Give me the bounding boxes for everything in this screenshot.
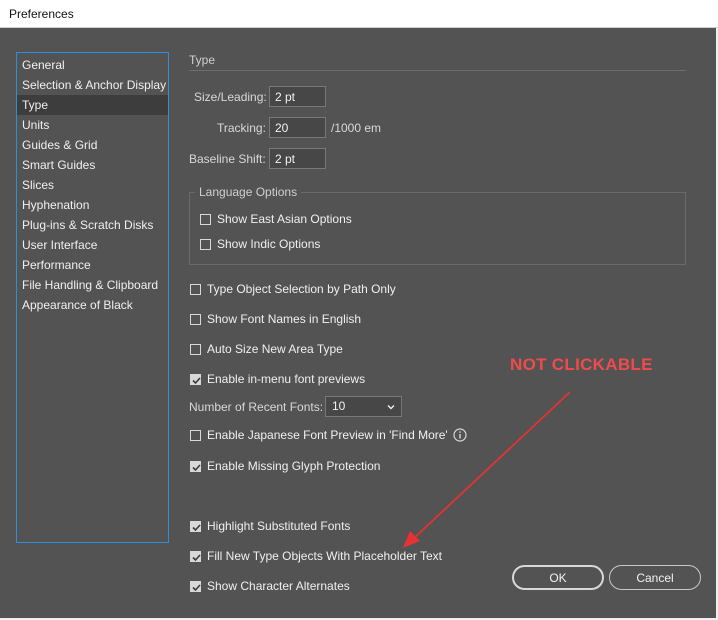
preferences-category-list[interactable]: General Selection & Anchor Display Type …: [16, 52, 169, 543]
font-names-english-checkbox[interactable]: [190, 313, 201, 325]
recent-fonts-label: Number of Recent Fonts:: [189, 400, 324, 414]
missing-glyph-label: Enable Missing Glyph Protection: [207, 459, 381, 473]
sidebar-item-plugins-scratch-disks[interactable]: Plug-ins & Scratch Disks: [17, 215, 168, 235]
font-names-english-label: Show Font Names in English: [207, 312, 362, 326]
info-icon[interactable]: [453, 428, 467, 442]
show-east-asian-options-label: Show East Asian Options: [217, 212, 352, 226]
checkmark-icon: [192, 583, 201, 591]
character-alternates-label: Show Character Alternates: [207, 579, 350, 593]
show-indic-options-label: Show Indic Options: [217, 237, 321, 251]
sidebar-item-guides-grid[interactable]: Guides & Grid: [17, 135, 168, 155]
japanese-font-preview-row[interactable]: Enable Japanese Font Preview in 'Find Mo…: [190, 428, 448, 442]
baseline-shift-input[interactable]: [269, 148, 326, 169]
tracking-label: Tracking:: [217, 121, 266, 135]
sidebar-item-smart-guides[interactable]: Smart Guides: [17, 155, 168, 175]
ok-button[interactable]: OK: [512, 565, 604, 590]
tracking-input[interactable]: [269, 117, 326, 138]
section-divider: [189, 70, 686, 71]
language-options-title: Language Options: [195, 185, 302, 199]
sidebar-item-units[interactable]: Units: [17, 115, 168, 135]
highlight-substituted-label: Highlight Substituted Fonts: [207, 519, 351, 533]
missing-glyph-checkbox[interactable]: [190, 460, 201, 472]
placeholder-text-label: Fill New Type Objects With Placeholder T…: [207, 549, 442, 563]
annotation-text: NOT CLICKABLE: [510, 355, 653, 374]
baseline-shift-label: Baseline Shift:: [189, 152, 266, 166]
sidebar-item-hyphenation[interactable]: Hyphenation: [17, 195, 168, 215]
section-title-type: Type: [189, 53, 216, 67]
sidebar-item-file-handling-clipboard[interactable]: File Handling & Clipboard: [17, 275, 168, 295]
sidebar-item-appearance-of-black[interactable]: Appearance of Black: [17, 295, 168, 315]
size-leading-input[interactable]: [269, 86, 326, 107]
language-options-group: [189, 192, 686, 265]
font-previews-checkbox[interactable]: [190, 373, 201, 385]
size-leading-label: Size/Leading:: [194, 90, 267, 104]
sidebar-item-performance[interactable]: Performance: [17, 255, 168, 275]
auto-size-area-type-label: Auto Size New Area Type: [207, 342, 343, 356]
sidebar-item-general[interactable]: General: [17, 55, 168, 75]
checkmark-icon: [192, 553, 201, 561]
checkmark-icon: [192, 376, 201, 384]
sidebar-item-slices[interactable]: Slices: [17, 175, 168, 195]
sidebar-item-type[interactable]: Type: [17, 95, 168, 115]
type-object-selection-label: Type Object Selection by Path Only: [207, 282, 396, 296]
font-previews-row[interactable]: Enable in-menu font previews: [190, 372, 365, 386]
type-object-selection-checkbox[interactable]: [190, 283, 201, 295]
recent-fonts-value: 10: [332, 399, 346, 413]
placeholder-text-checkbox[interactable]: [190, 550, 201, 562]
show-indic-options-row[interactable]: Show Indic Options: [200, 237, 320, 251]
window-title: Preferences: [0, 0, 718, 28]
japanese-font-preview-label: Enable Japanese Font Preview in 'Find Mo…: [207, 428, 448, 442]
japanese-font-preview-checkbox[interactable]: [190, 429, 201, 441]
tracking-unit: /1000 em: [331, 121, 382, 135]
placeholder-text-row[interactable]: Fill New Type Objects With Placeholder T…: [190, 549, 442, 563]
missing-glyph-row[interactable]: Enable Missing Glyph Protection: [190, 459, 380, 473]
sidebar-item-user-interface[interactable]: User Interface: [17, 235, 168, 255]
checkmark-icon: [192, 463, 201, 471]
font-names-english-row[interactable]: Show Font Names in English: [190, 312, 361, 326]
auto-size-area-type-checkbox[interactable]: [190, 343, 201, 355]
cancel-button[interactable]: Cancel: [609, 565, 701, 590]
highlight-substituted-checkbox[interactable]: [190, 520, 201, 532]
recent-fonts-select[interactable]: 10: [325, 396, 402, 417]
type-object-selection-row[interactable]: Type Object Selection by Path Only: [190, 282, 396, 296]
show-indic-options-checkbox[interactable]: [200, 238, 211, 250]
font-previews-label: Enable in-menu font previews: [207, 372, 366, 386]
character-alternates-checkbox[interactable]: [190, 580, 201, 592]
checkmark-icon: [192, 523, 201, 531]
chevron-down-icon: [387, 405, 395, 410]
show-east-asian-options-row[interactable]: Show East Asian Options: [200, 212, 352, 226]
sidebar-item-selection-anchor-display[interactable]: Selection & Anchor Display: [17, 75, 168, 95]
show-east-asian-options-checkbox[interactable]: [200, 213, 211, 225]
character-alternates-row[interactable]: Show Character Alternates: [190, 579, 350, 593]
highlight-substituted-row[interactable]: Highlight Substituted Fonts: [190, 519, 350, 533]
auto-size-area-type-row[interactable]: Auto Size New Area Type: [190, 342, 343, 356]
